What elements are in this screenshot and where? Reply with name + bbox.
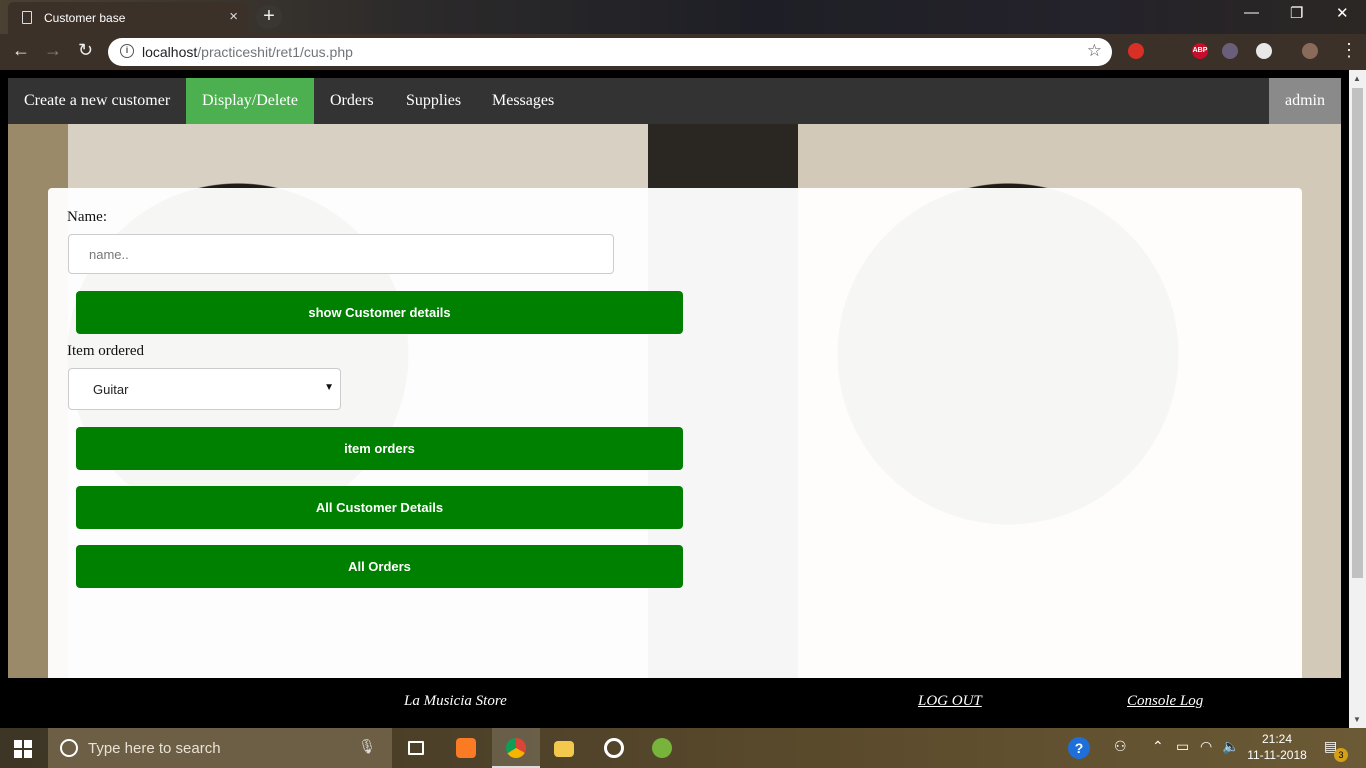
- utorrent-icon[interactable]: [638, 728, 686, 768]
- extension-ghost-icon[interactable]: [1256, 43, 1272, 59]
- all-customer-details-button[interactable]: All Customer Details: [76, 486, 683, 529]
- clock[interactable]: 21:24 11-11-2018: [1247, 731, 1307, 763]
- volume-icon[interactable]: 🔈: [1222, 738, 1239, 755]
- adblock-icon[interactable]: ABP: [1192, 43, 1208, 59]
- windows-start-icon[interactable]: [14, 740, 32, 758]
- bookmark-star-icon[interactable]: ☆: [1087, 41, 1102, 61]
- notification-count-badge: 3: [1334, 748, 1348, 762]
- windows-taskbar: Type here to search 🎙 ? ⚇ ⌃ ▭ ◠ 🔈 21:24 …: [0, 728, 1366, 768]
- help-icon[interactable]: ?: [1068, 737, 1090, 759]
- search-placeholder: Type here to search: [88, 740, 221, 757]
- page-viewport: Create a new customer Display/Delete Ord…: [8, 78, 1341, 678]
- nav-messages[interactable]: Messages: [476, 78, 570, 124]
- scroll-down-icon[interactable]: ▼: [1353, 715, 1361, 724]
- all-orders-button[interactable]: All Orders: [76, 545, 683, 588]
- groove-music-icon[interactable]: [590, 728, 638, 768]
- wifi-icon[interactable]: ◠: [1200, 738, 1212, 755]
- chevron-up-icon[interactable]: ⌃: [1152, 738, 1164, 755]
- logout-link[interactable]: LOG OUT: [918, 693, 982, 710]
- people-icon[interactable]: ⚇: [1114, 738, 1127, 755]
- item-select[interactable]: Guitar ▼: [68, 368, 341, 410]
- close-tab-icon[interactable]: ×: [229, 8, 238, 25]
- reload-icon[interactable]: ↻: [78, 40, 93, 61]
- restore-icon[interactable]: ❐: [1290, 4, 1303, 22]
- clock-time: 21:24: [1261, 732, 1293, 746]
- item-ordered-label: Item ordered: [67, 343, 145, 359]
- show-customer-details-button[interactable]: show Customer details: [76, 291, 683, 334]
- battery-icon[interactable]: ▭: [1176, 738, 1189, 755]
- nav-create-customer[interactable]: Create a new customer: [8, 78, 186, 124]
- browser-toolbar: ← → ↻ i localhost/practiceshit/ret1/cus.…: [0, 34, 1366, 70]
- xampp-icon[interactable]: [442, 728, 490, 768]
- scroll-up-icon[interactable]: ▲: [1353, 74, 1361, 83]
- close-window-icon[interactable]: ✕: [1336, 4, 1349, 22]
- page-icon: [22, 11, 32, 24]
- address-bar[interactable]: i localhost/practiceshit/ret1/cus.php ☆: [108, 38, 1112, 66]
- chrome-icon[interactable]: [492, 728, 540, 768]
- page-scrollbar[interactable]: ▲ ▼: [1349, 70, 1366, 728]
- tab-title: Customer base: [44, 11, 126, 25]
- extension-icon[interactable]: [1222, 43, 1238, 59]
- item-orders-button[interactable]: item orders: [76, 427, 683, 470]
- info-icon[interactable]: i: [120, 44, 134, 58]
- extension-shield-icon[interactable]: [1128, 43, 1144, 59]
- nav-orders[interactable]: Orders: [314, 78, 390, 124]
- file-explorer-icon[interactable]: [540, 728, 588, 768]
- scrollbar-thumb[interactable]: [1352, 88, 1363, 578]
- microphone-icon[interactable]: 🎙: [358, 738, 376, 755]
- customer-panel: Name: show Customer details Item ordered…: [48, 188, 1302, 678]
- store-name: La Musicia Store: [404, 693, 507, 709]
- back-icon[interactable]: ←: [12, 40, 30, 61]
- new-tab-button[interactable]: +: [256, 5, 282, 29]
- cortana-icon: [60, 739, 78, 757]
- top-nav: Create a new customer Display/Delete Ord…: [8, 78, 1341, 124]
- nav-display-delete[interactable]: Display/Delete: [186, 78, 314, 124]
- console-log-link[interactable]: Console Log: [1127, 693, 1203, 710]
- url-text: localhost/practiceshit/ret1/cus.php: [142, 44, 353, 60]
- chevron-down-icon: ▼: [324, 382, 334, 393]
- taskbar-search[interactable]: Type here to search 🎙: [48, 728, 392, 768]
- menu-icon[interactable]: ⋮: [1340, 40, 1358, 61]
- task-view-icon[interactable]: [392, 728, 440, 768]
- item-select-value: Guitar: [93, 382, 129, 397]
- minimize-icon[interactable]: —: [1244, 4, 1259, 21]
- profile-avatar[interactable]: [1302, 43, 1318, 59]
- forward-icon[interactable]: →: [44, 40, 62, 61]
- name-label: Name:: [67, 209, 107, 225]
- clock-date: 11-11-2018: [1247, 748, 1307, 762]
- browser-titlebar: Customer base × + — ❐ ✕: [0, 0, 1366, 34]
- nav-supplies[interactable]: Supplies: [390, 78, 477, 124]
- name-input[interactable]: [68, 234, 614, 274]
- browser-tab[interactable]: Customer base ×: [8, 2, 248, 34]
- page-footer: La Musicia Store LOG OUT Console Log: [0, 678, 1349, 728]
- nav-admin[interactable]: admin: [1269, 78, 1341, 124]
